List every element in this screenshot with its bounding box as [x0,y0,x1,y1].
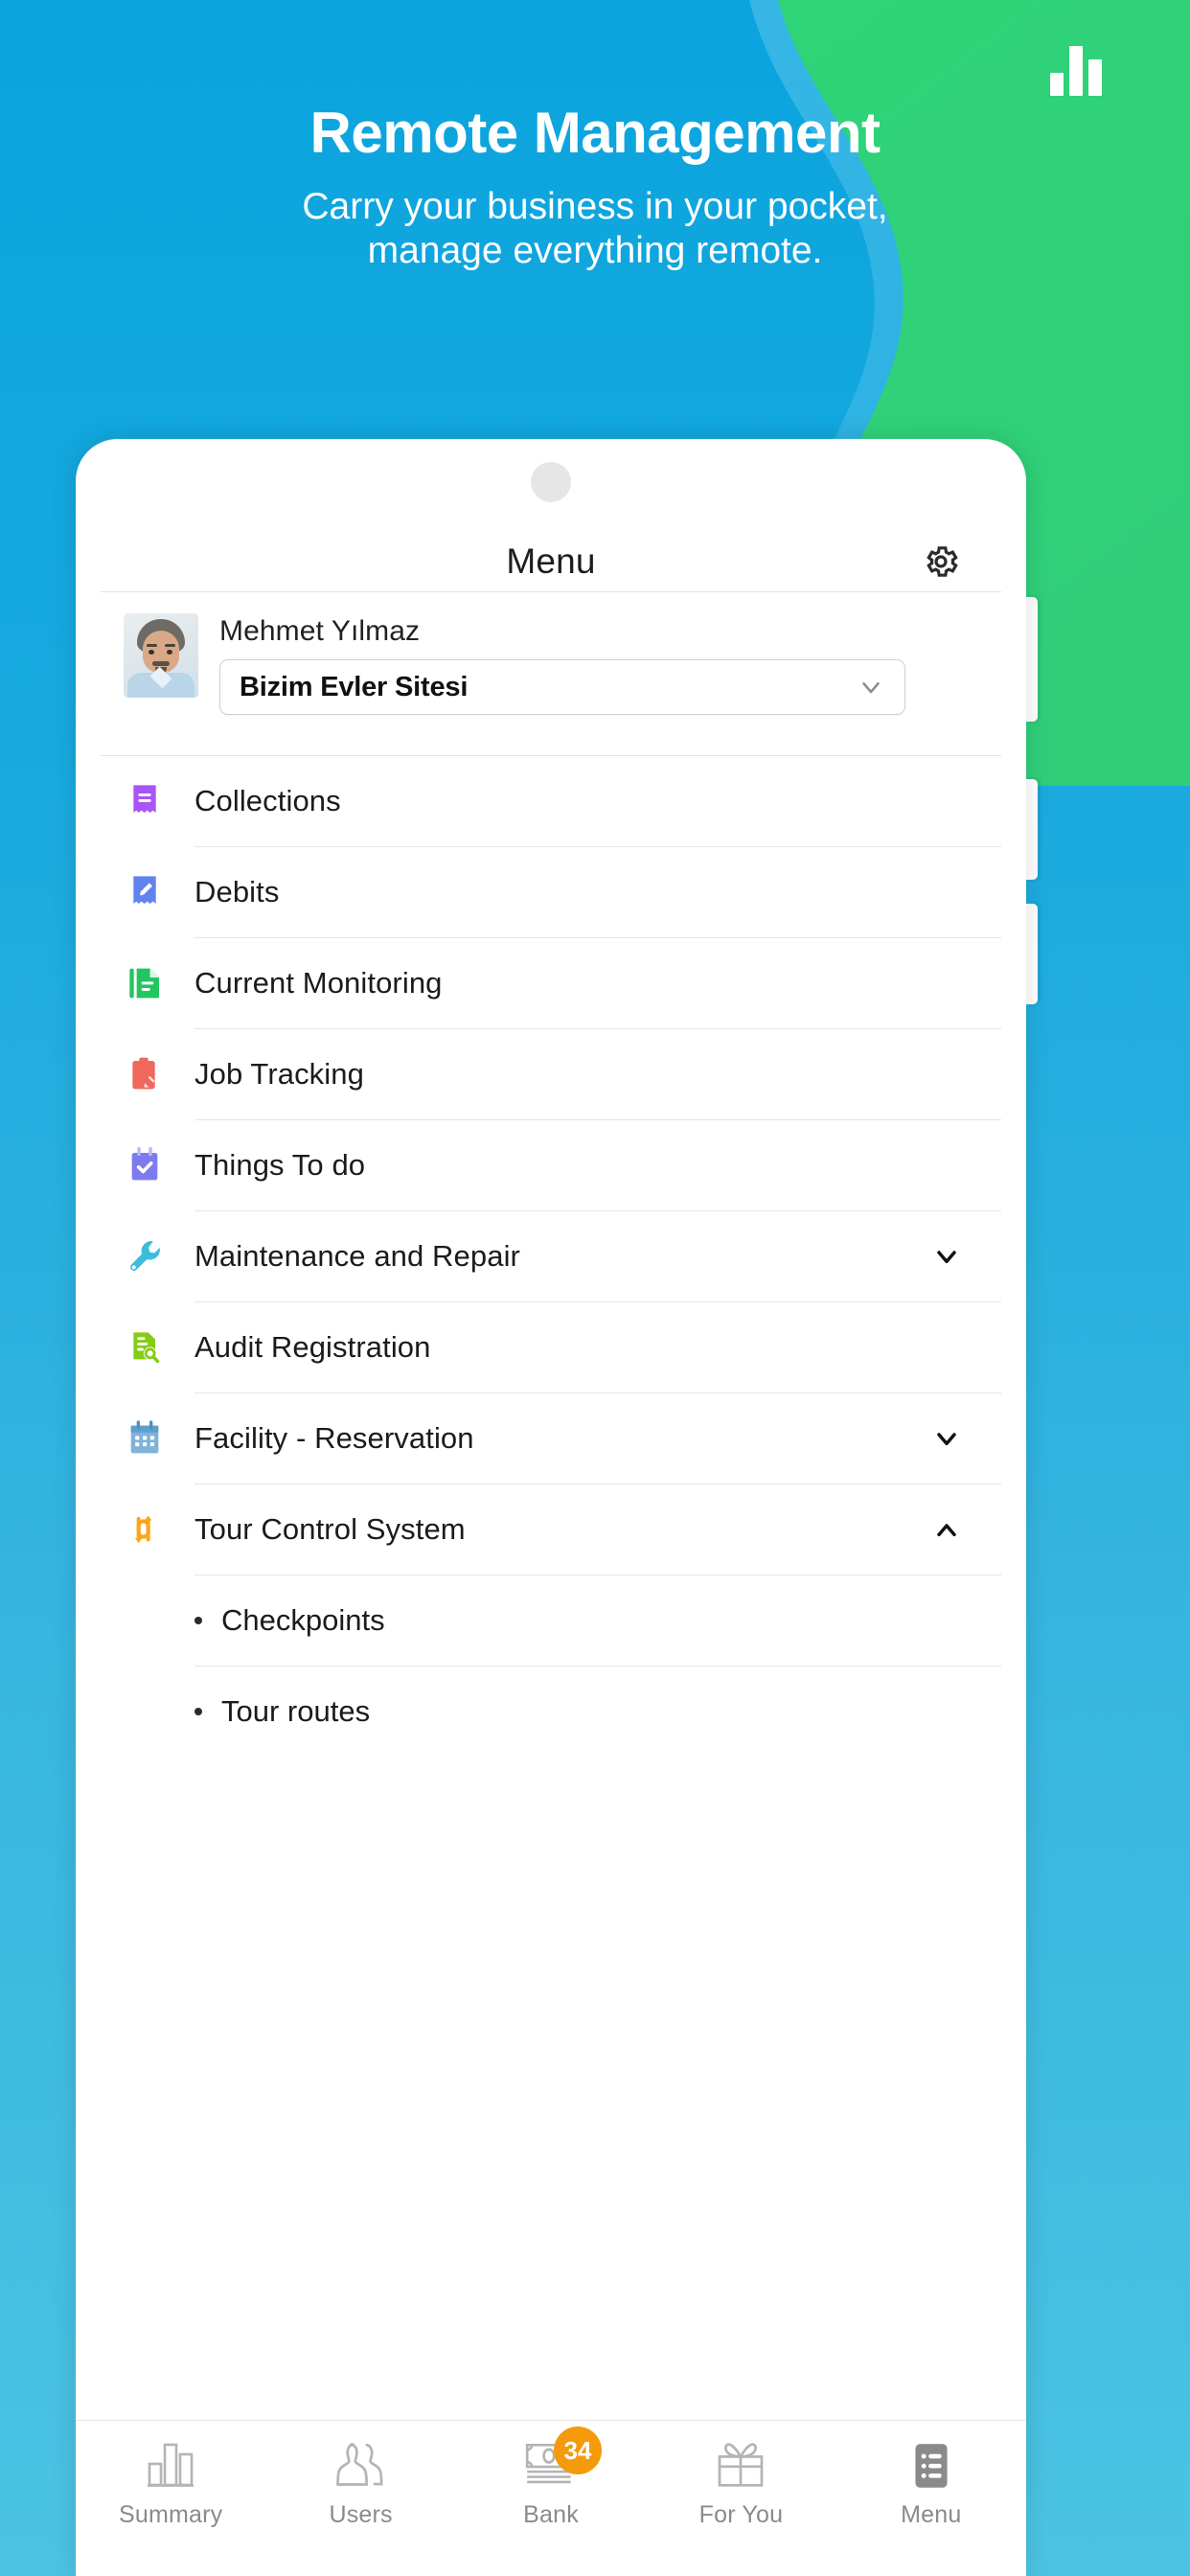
menu-item-audit-registration[interactable]: Audit Registration [76,1302,1026,1392]
nav-tab-for-you[interactable]: For You [646,2436,835,2529]
bullet-icon [195,1617,202,1624]
menu-item-current-monitoring[interactable]: Current Monitoring [76,938,1026,1028]
nav-tab-label: Users [329,2501,393,2528]
phone-screen: Menu Mehmet Yılmaz Bizim Evler Sitesi Co… [76,439,1026,2576]
nav-tab-label: For You [698,2501,784,2528]
menu-item-label: Maintenance and Repair [195,1239,520,1273]
site-select[interactable]: Bizim Evler Sitesi [219,659,905,715]
chevron-up-icon[interactable] [930,1513,963,1546]
bar-chart-logo-icon [1046,36,1106,96]
hero-subtitle-line-1: Carry your business in your pocket, [302,186,888,227]
bottom-navigation: Summary Users 34 Bank For You Menu [76,2420,1026,2576]
receipt-icon [124,780,166,822]
receipt-pencil-icon [124,871,166,913]
menu-list: Collections Debits Current Monitoring Jo… [76,756,1026,1757]
phone-side-button-volume-down [1026,779,1038,880]
page-title: Remote Management [309,101,881,165]
menu-item-maintenance-and-repair[interactable]: Maintenance and Repair [76,1211,1026,1301]
nav-tab-users[interactable]: Users [265,2436,455,2529]
chevron-down-icon[interactable] [930,1240,963,1273]
menu-item-collections[interactable]: Collections [76,756,1026,846]
site-select-value: Bizim Evler Sitesi [240,671,469,702]
route-arrows-icon [124,1508,166,1551]
menu-item-label: Facility - Reservation [195,1421,474,1455]
bar-chart-icon [142,2436,199,2496]
phone-side-button-volume-up [1026,597,1038,722]
menu-item-debits[interactable]: Debits [76,847,1026,937]
gear-icon [927,546,958,577]
document-search-icon [124,1326,166,1368]
nav-tab-summary[interactable]: Summary [76,2436,265,2529]
header-divider [101,591,1001,592]
profile-section: Mehmet Yılmaz Bizim Evler Sitesi [124,613,992,738]
nav-tab-menu[interactable]: Menu [836,2436,1026,2529]
nav-tab-bank[interactable]: 34 Bank [456,2426,646,2529]
nav-tab-label: Menu [901,2501,962,2528]
menu-item-label: Current Monitoring [195,966,443,1000]
menu-item-facility-reservation[interactable]: Facility - Reservation [76,1393,1026,1484]
calendar-grid-icon [124,1417,166,1460]
menu-item-things-to-do[interactable]: Things To do [76,1120,1026,1210]
menu-item-label: Tour Control System [195,1512,466,1546]
nav-tab-label: Bank [523,2501,579,2528]
menu-item-label: Collections [195,784,341,817]
gift-icon [713,2436,768,2496]
hero-subtitle-line-2: manage everything remote. [367,229,823,271]
banknote-icon: 34 [521,2426,603,2496]
menu-item-label: Debits [195,875,280,908]
profile-name: Mehmet Yılmaz [219,615,421,647]
hero-subtitle: Carry your business in your pocket, mana… [0,185,1190,272]
submenu-item-tour-routes[interactable]: Tour routes [76,1667,1026,1757]
nav-tab-label: Summary [119,2501,223,2528]
nav-badge-count: 34 [554,2426,603,2474]
phone-camera-dot [531,462,571,502]
bullet-icon [195,1708,202,1715]
menu-item-label: Audit Registration [195,1330,431,1364]
submenu-item-label: Tour routes [221,1694,371,1728]
wrench-icon [124,1235,166,1277]
phone-side-button-power [1026,904,1038,1004]
calendar-check-icon [124,1144,166,1186]
menu-item-job-tracking[interactable]: Job Tracking [76,1029,1026,1119]
submenu-item-label: Checkpoints [221,1603,385,1637]
phone-mockup: Menu Mehmet Yılmaz Bizim Evler Sitesi Co… [76,439,1038,2576]
settings-button[interactable] [919,540,963,584]
app-header: Menu [76,527,1026,596]
users-icon [333,2436,389,2496]
chevron-down-icon [862,682,880,694]
document-icon [124,962,166,1004]
submenu-item-checkpoints[interactable]: Checkpoints [76,1576,1026,1666]
menu-item-label: Things To do [195,1148,366,1182]
menu-item-label: Job Tracking [195,1057,364,1091]
list-menu-icon [904,2436,959,2496]
menu-item-tour-control-system[interactable]: Tour Control System [76,1484,1026,1575]
app-header-title: Menu [506,541,596,581]
chevron-down-icon[interactable] [930,1422,963,1455]
avatar [124,613,198,698]
clipboard-pencil-icon [124,1053,166,1095]
